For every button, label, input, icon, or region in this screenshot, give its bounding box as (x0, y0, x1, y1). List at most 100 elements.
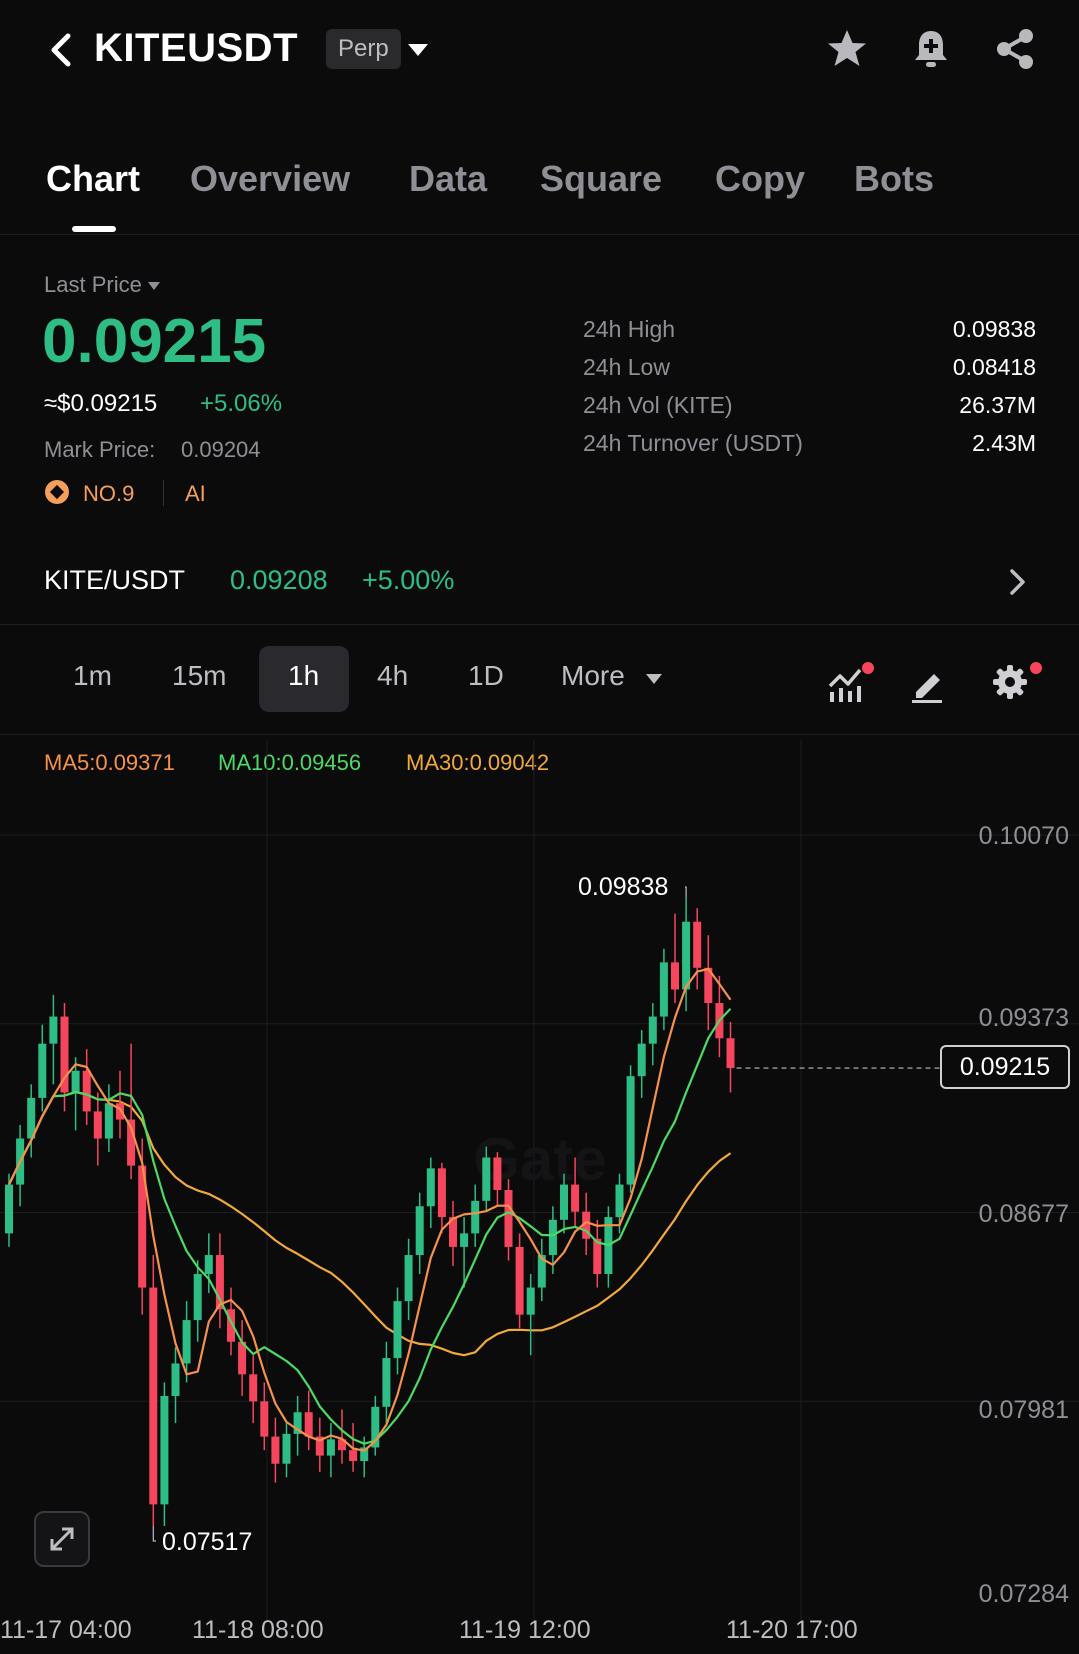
candle-body (526, 1287, 535, 1315)
candle-body (548, 1219, 557, 1256)
contract-type-badge[interactable]: Perp (326, 29, 401, 69)
candle-body (260, 1401, 269, 1437)
tabs-divider (0, 234, 1079, 235)
candle-body (393, 1301, 402, 1359)
x-tick-label: 11-17 04:00 (0, 1616, 132, 1644)
stat-label-volume: 24h Vol (KITE) (583, 392, 733, 418)
candle-body (693, 921, 702, 968)
chart-annotations (152, 886, 940, 1542)
fullscreen-button[interactable] (34, 1511, 90, 1567)
candle-body (415, 1206, 424, 1256)
candle-body (82, 1070, 91, 1112)
interval-15m[interactable]: 15m (172, 660, 226, 692)
spot-pair-row[interactable]: KITE/USDT 0.09208 +5.00% (0, 545, 1079, 617)
tab-overview[interactable]: Overview (190, 158, 350, 200)
tab-copy[interactable]: Copy (715, 158, 805, 200)
stat-value-high: 0.09838 (952, 316, 1036, 342)
tab-data[interactable]: Data (409, 158, 487, 200)
candle-body (726, 1038, 735, 1069)
candle-body (204, 1255, 213, 1275)
caret-down-icon (147, 282, 160, 291)
last-price-value: 0.09215 (42, 307, 267, 376)
candle-body (382, 1358, 391, 1407)
symbol-title[interactable]: KITEUSDT (94, 26, 298, 71)
last-price-selector[interactable]: Last Price (44, 272, 160, 298)
candle-body (326, 1439, 335, 1456)
interval-1d[interactable]: 1D (468, 660, 504, 692)
top-bar: KITEUSDT Perp (0, 0, 1079, 100)
usd-equivalent: ≈$0.09215 (44, 390, 158, 417)
ma30-path (8, 1091, 732, 1357)
y-tick-label: 0.08677 (978, 1200, 1069, 1228)
spot-change: +5.00% (362, 565, 455, 595)
y-tick-label: 0.09373 (978, 1004, 1069, 1032)
candle-body (426, 1168, 435, 1207)
stat-value-low: 0.08418 (952, 354, 1036, 380)
candle-body (504, 1190, 513, 1247)
active-tab-indicator (72, 226, 116, 232)
candle-body (648, 1016, 657, 1044)
ma30-line (8, 1091, 732, 1357)
candle-body (437, 1168, 446, 1218)
candle-body (49, 1016, 58, 1044)
interval-1m[interactable]: 1m (73, 660, 112, 692)
watermark-logo: Gate (473, 1126, 606, 1193)
interval-more[interactable]: More (561, 660, 625, 692)
candle-body (249, 1374, 258, 1402)
spot-divider (0, 624, 1079, 625)
stat-value-volume: 26.37M (959, 392, 1036, 418)
mark-price-label: Mark Price: (44, 437, 156, 462)
stat-value-turnover: 2.43M (972, 430, 1036, 456)
candle-body (304, 1412, 313, 1437)
y-tick-label: 0.07284 (978, 1580, 1069, 1608)
y-tick-label: 0.10070 (978, 822, 1069, 850)
ma10-path (8, 1007, 732, 1445)
interval-1h[interactable]: 1h (288, 660, 319, 692)
expand-icon (50, 1527, 74, 1551)
candle-body (282, 1433, 291, 1464)
x-tick-label: 11-19 12:00 (459, 1616, 591, 1644)
share-icon[interactable] (992, 26, 1038, 72)
category-tag[interactable]: AI (185, 481, 206, 507)
tab-square[interactable]: Square (540, 158, 662, 200)
candlestick-chart[interactable]: Gate (0, 740, 1079, 1620)
chevron-right-icon (1010, 569, 1025, 595)
bell-plus-icon[interactable] (908, 26, 954, 72)
candle-body (626, 1076, 635, 1185)
candle-body (349, 1450, 358, 1462)
candle-body (460, 1233, 469, 1247)
candle-body (671, 962, 679, 990)
candle-body (493, 1157, 502, 1191)
back-icon[interactable] (44, 30, 78, 70)
low-leader-line (152, 1526, 156, 1542)
rank-badge[interactable]: NO.9 (83, 481, 134, 507)
more-caret-icon (646, 674, 662, 684)
candle-body (659, 962, 668, 1017)
x-tick-label: 11-18 08:00 (192, 1616, 324, 1644)
stat-label-low: 24h Low (583, 354, 670, 380)
star-icon[interactable] (824, 26, 870, 72)
candle-body (515, 1246, 524, 1315)
tab-chart[interactable]: Chart (46, 158, 140, 200)
draw-tool-icon[interactable] (908, 664, 948, 704)
candle-body (5, 1184, 13, 1234)
candle-body (682, 921, 691, 990)
candle-body (271, 1436, 280, 1464)
dropdown-icon[interactable] (408, 44, 428, 56)
tab-bots[interactable]: Bots (854, 158, 934, 200)
current-price-tag: 0.09215 (940, 1045, 1070, 1089)
candle-body (171, 1363, 180, 1396)
price-change-percent: +5.06% (200, 390, 283, 417)
interval-4h[interactable]: 4h (377, 660, 408, 692)
candle-body (160, 1395, 169, 1505)
candle-body (560, 1184, 568, 1220)
settings-notification-dot (1030, 662, 1042, 674)
settings-gear-icon[interactable] (990, 662, 1030, 702)
candle-body (104, 1103, 113, 1139)
ma10-line (8, 1007, 732, 1445)
rank-icon (45, 480, 69, 504)
candle-body (404, 1255, 413, 1302)
badge-separator (163, 480, 164, 506)
mark-price-value: 0.09204 (181, 437, 261, 462)
indicators-notification-dot (862, 662, 874, 674)
